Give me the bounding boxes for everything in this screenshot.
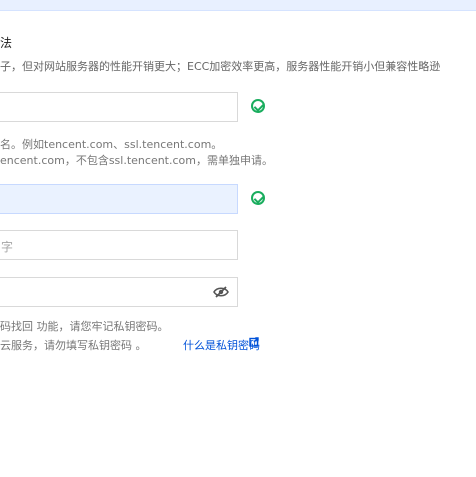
password-hint-line1: 码找回 功能，请您牢记私钥密码。 bbox=[0, 320, 169, 333]
eye-off-icon[interactable] bbox=[213, 286, 229, 298]
algorithm-description: 子，但对网站服务器的性能开销更大；ECC加密效率更高，服务器性能开销小但兼容性略… bbox=[0, 60, 441, 73]
password-hint-line2: 云服务，请勿填写私钥密码 。 bbox=[0, 339, 147, 352]
section-title: 法 bbox=[0, 36, 13, 50]
autofilled-input[interactable] bbox=[0, 184, 238, 214]
domain-hint-line2: encent.com，不包含ssl.tencent.com，需单独申请。 bbox=[0, 154, 273, 167]
domain-input[interactable] bbox=[0, 92, 238, 122]
check-circle-icon bbox=[251, 99, 265, 113]
external-link-icon[interactable] bbox=[249, 337, 259, 347]
text-input-placeholder: 字 bbox=[1, 240, 14, 254]
top-banner bbox=[0, 0, 476, 11]
text-input[interactable]: 字 bbox=[0, 230, 238, 260]
domain-hint-line1: 名。例如tencent.com、ssl.tencent.com。 bbox=[0, 138, 223, 151]
private-key-password-input[interactable] bbox=[0, 277, 238, 307]
check-circle-icon bbox=[251, 191, 265, 205]
certificate-form-page: 法 子，但对网站服务器的性能开销更大；ECC加密效率更高，服务器性能开销小但兼容… bbox=[0, 0, 476, 477]
